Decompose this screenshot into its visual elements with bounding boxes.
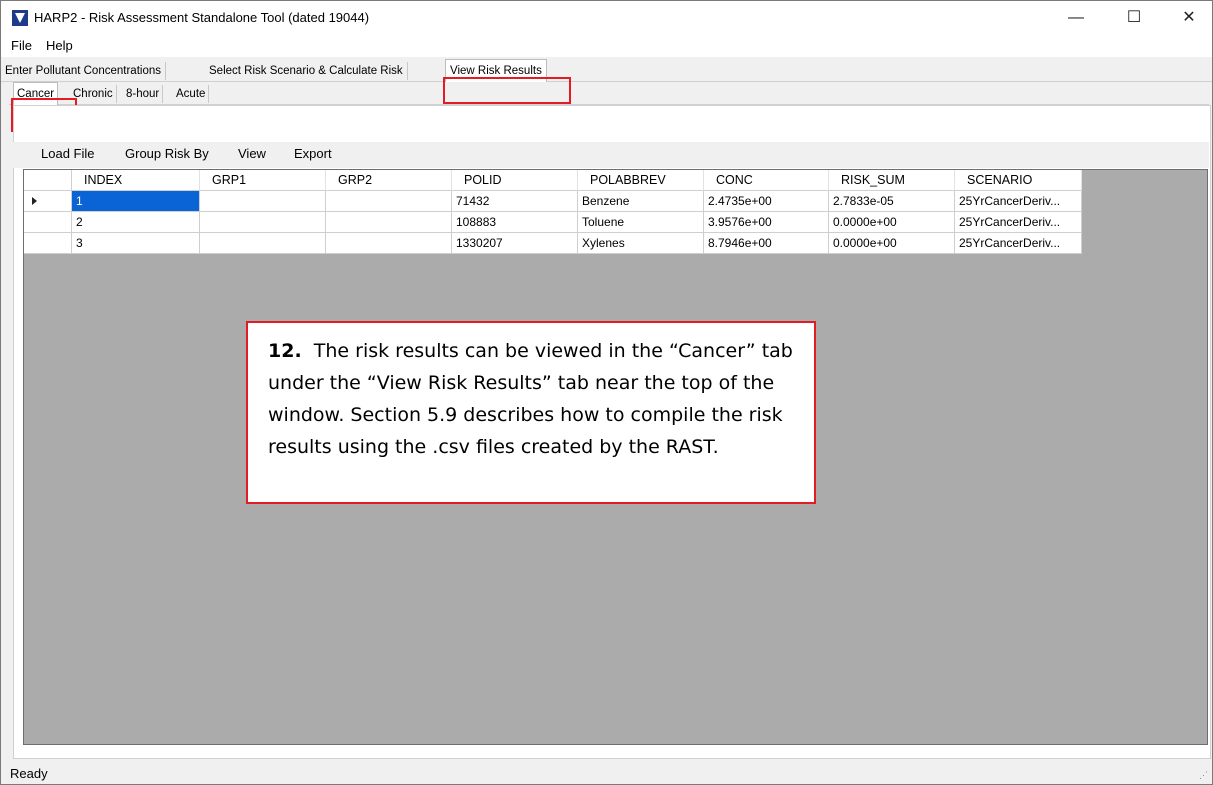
column-header[interactable]: CONC <box>704 170 829 191</box>
table-cell[interactable]: 2.7833e-05 <box>829 191 955 212</box>
table-cell[interactable] <box>200 191 326 212</box>
menu-file[interactable]: File <box>11 38 32 53</box>
instruction-callout: 12. The risk results can be viewed in th… <box>246 321 816 504</box>
table-cell[interactable] <box>326 233 452 254</box>
resize-grip-icon[interactable]: ⋰ <box>1199 770 1208 781</box>
current-row-arrow-icon <box>32 197 37 205</box>
table-cell[interactable]: 108883 <box>452 212 578 233</box>
column-header[interactable]: POLABBREV <box>578 170 704 191</box>
tab-8-hour[interactable]: 8-hour <box>123 85 164 103</box>
column-header[interactable]: GRP1 <box>200 170 326 191</box>
window-title: HARP2 - Risk Assessment Standalone Tool … <box>34 10 370 25</box>
row-header[interactable] <box>24 212 72 233</box>
view-button[interactable]: View <box>238 146 266 161</box>
main-tab-strip: Enter Pollutant Concentrations Select Ri… <box>1 57 1212 82</box>
group-risk-by-button[interactable]: Group Risk By <box>125 146 209 161</box>
table-cell[interactable]: 2 <box>72 212 200 233</box>
table-cell[interactable]: 1330207 <box>452 233 578 254</box>
export-button[interactable]: Export <box>294 146 332 161</box>
header-corner <box>24 170 72 191</box>
tab-acute[interactable]: Acute <box>173 85 210 103</box>
load-file-button[interactable]: Load File <box>41 146 94 161</box>
table-cell[interactable]: 0.0000e+00 <box>829 212 955 233</box>
table-cell[interactable]: 71432 <box>452 191 578 212</box>
menu-bar: File Help <box>1 35 1212 57</box>
callout-step-number: 12. <box>268 340 302 362</box>
table-cell[interactable]: 3 <box>72 233 200 254</box>
table-cell[interactable]: 1 <box>72 191 200 212</box>
results-toolbar: Load File Group Risk By View Export <box>13 142 1209 168</box>
close-button[interactable]: ✕ <box>1166 1 1212 35</box>
table-cell[interactable]: Benzene <box>578 191 704 212</box>
table-cell[interactable]: 2.4735e+00 <box>704 191 829 212</box>
menu-help[interactable]: Help <box>46 38 73 53</box>
table-cell[interactable]: Xylenes <box>578 233 704 254</box>
callout-text: The risk results can be viewed in the “C… <box>268 340 793 458</box>
minimize-button[interactable]: — <box>1053 1 1099 35</box>
status-bar: Ready ⋰ <box>1 761 1212 784</box>
title-bar: HARP2 - Risk Assessment Standalone Tool … <box>1 1 1212 35</box>
column-header[interactable]: SCENARIO <box>955 170 1082 191</box>
column-header[interactable]: POLID <box>452 170 578 191</box>
maximize-button[interactable]: ☐ <box>1111 1 1157 35</box>
tab-select-risk-scenario[interactable]: Select Risk Scenario & Calculate Risk <box>205 62 408 80</box>
table-cell[interactable]: 25YrCancerDeriv... <box>955 212 1082 233</box>
table-cell[interactable]: 0.0000e+00 <box>829 233 955 254</box>
row-header[interactable] <box>24 191 72 212</box>
column-header[interactable]: INDEX <box>72 170 200 191</box>
sub-tab-strip: Cancer Chronic 8-hour Acute <box>9 82 1209 105</box>
table-cell[interactable] <box>200 212 326 233</box>
table-cell[interactable]: 25YrCancerDeriv... <box>955 233 1082 254</box>
table-cell[interactable] <box>326 191 452 212</box>
table-cell[interactable]: Toluene <box>578 212 704 233</box>
table-cell[interactable] <box>200 233 326 254</box>
table-cell[interactable]: 8.7946e+00 <box>704 233 829 254</box>
table-cell[interactable] <box>326 212 452 233</box>
table-cell[interactable]: 3.9576e+00 <box>704 212 829 233</box>
row-header[interactable] <box>24 233 72 254</box>
column-header[interactable]: GRP2 <box>326 170 452 191</box>
app-icon <box>12 10 28 26</box>
table-cell[interactable]: 25YrCancerDeriv... <box>955 191 1082 212</box>
app-window: HARP2 - Risk Assessment Standalone Tool … <box>0 0 1213 785</box>
column-header[interactable]: RISK_SUM <box>829 170 955 191</box>
tab-enter-pollutant-concentrations[interactable]: Enter Pollutant Concentrations <box>1 62 166 80</box>
status-text: Ready <box>10 766 48 781</box>
